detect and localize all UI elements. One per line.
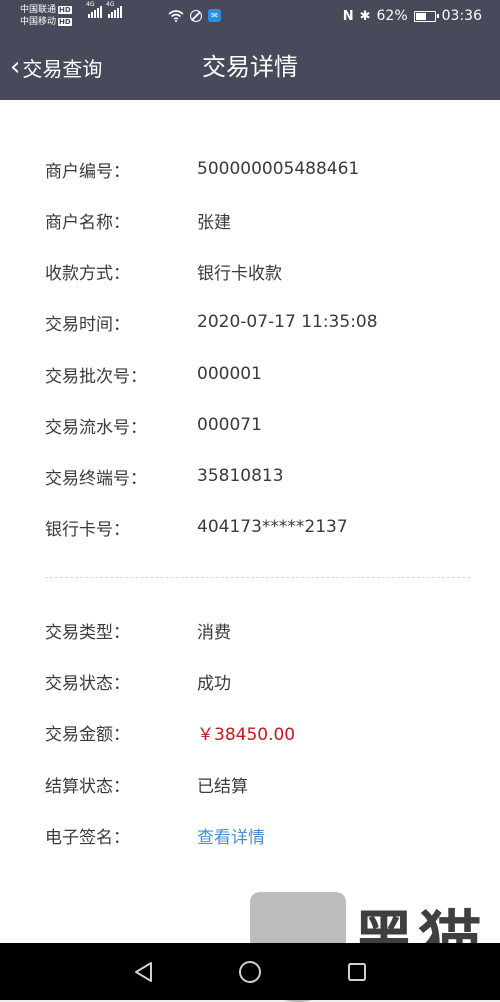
detail-row-payment-method: 收款方式： 银行卡收款 bbox=[45, 257, 282, 285]
triangle-back-icon bbox=[135, 962, 152, 982]
carrier-1-hd-badge: HD bbox=[58, 6, 72, 14]
detail-label: 银行卡号： bbox=[45, 519, 130, 540]
battery-icon bbox=[413, 10, 439, 22]
system-navigation-bar bbox=[0, 943, 500, 1000]
detail-label: 交易流水号： bbox=[45, 417, 147, 438]
detail-row-transaction-type: 交易类型： 消费 bbox=[45, 616, 231, 644]
detail-row-merchant-id: 商户编号： 500000005488461 bbox=[45, 155, 359, 183]
nav-back-button[interactable] bbox=[126, 955, 160, 989]
do-not-disturb-icon bbox=[190, 9, 202, 22]
network-2-label: 4G bbox=[106, 1, 115, 8]
circle-home-icon bbox=[239, 961, 261, 983]
transaction-amount: ￥38450.00 bbox=[197, 724, 296, 745]
section-divider bbox=[45, 577, 470, 578]
wifi-icon bbox=[168, 9, 184, 22]
nav-recents-button[interactable] bbox=[340, 955, 374, 989]
detail-row-card-number: 银行卡号： 404173*****2137 bbox=[45, 513, 348, 541]
detail-label: 结算状态： bbox=[45, 776, 130, 797]
detail-label: 商户编号： bbox=[45, 161, 130, 182]
detail-row-settlement-status: 结算状态： 已结算 bbox=[45, 770, 248, 798]
detail-value: 2020-07-17 11:35:08 bbox=[197, 312, 378, 332]
status-bar: 中国联通 HD 中国移动 HD 4G 4G ✉ N ✱ 62% 03:36 bbox=[0, 0, 500, 34]
signal-2-icon: 4G bbox=[106, 1, 122, 18]
detail-value: 消费 bbox=[197, 622, 231, 643]
square-recents-icon bbox=[348, 963, 366, 981]
view-signature-link[interactable]: 查看详情 bbox=[197, 823, 265, 848]
detail-value: 成功 bbox=[197, 673, 231, 694]
detail-row-terminal-number: 交易终端号： 35810813 bbox=[45, 462, 284, 490]
detail-label: 交易时间： bbox=[45, 314, 130, 335]
detail-value: 银行卡收款 bbox=[197, 263, 282, 284]
detail-label: 商户名称： bbox=[45, 212, 130, 233]
bluetooth-icon: ✱ bbox=[359, 8, 371, 24]
detail-label: 电子签名： bbox=[45, 827, 130, 848]
transaction-detail-card: 商户编号： 500000005488461 商户名称： 张建 收款方式： 银行卡… bbox=[0, 100, 500, 943]
status-right: N ✱ 62% 03:36 bbox=[343, 8, 482, 24]
detail-row-transaction-time: 交易时间： 2020-07-17 11:35:08 bbox=[45, 308, 378, 336]
signal-indicators: 4G 4G bbox=[86, 1, 122, 18]
detail-label: 交易批次号： bbox=[45, 366, 147, 387]
carrier-2-name: 中国移动 bbox=[20, 17, 57, 27]
carrier-2-hd-badge: HD bbox=[58, 18, 72, 26]
nav-home-button[interactable] bbox=[233, 955, 267, 989]
battery-fill bbox=[415, 12, 427, 20]
page-title: 交易详情 bbox=[202, 53, 298, 81]
detail-row-transaction-amount: 交易金额： ￥38450.00 bbox=[45, 718, 295, 746]
carrier-1-name: 中国联通 bbox=[20, 5, 57, 15]
detail-row-batch-number: 交易批次号： 000001 bbox=[45, 360, 262, 388]
detail-value: 35810813 bbox=[197, 466, 284, 486]
signal-1-icon: 4G bbox=[86, 1, 102, 18]
detail-label: 交易金额： bbox=[45, 724, 130, 745]
detail-label: 交易状态： bbox=[45, 673, 130, 694]
detail-value: 已结算 bbox=[197, 776, 248, 797]
detail-label: 交易类型： bbox=[45, 622, 130, 643]
carrier-info: 中国联通 HD 中国移动 HD bbox=[20, 4, 72, 28]
app-notification-icon: ✉ bbox=[208, 9, 221, 22]
navigation-bar: ‹ 交易查询 交易详情 bbox=[0, 34, 500, 100]
detail-value: 404173*****2137 bbox=[197, 517, 348, 537]
nfc-icon: N bbox=[342, 8, 354, 24]
battery-percent: 62% bbox=[376, 8, 408, 24]
clock: 03:36 bbox=[441, 8, 482, 24]
detail-row-merchant-name: 商户名称： 张建 bbox=[45, 206, 231, 234]
detail-value: 500000005488461 bbox=[197, 159, 360, 179]
detail-value: 000001 bbox=[197, 364, 262, 384]
network-1-label: 4G bbox=[86, 1, 95, 8]
detail-row-serial-number: 交易流水号： 000071 bbox=[45, 411, 262, 439]
detail-value: 000071 bbox=[197, 415, 262, 435]
detail-row-e-signature: 电子签名： 查看详情 bbox=[45, 821, 265, 849]
misc-status-icons: ✉ bbox=[168, 9, 221, 22]
detail-label: 交易终端号： bbox=[45, 468, 147, 489]
detail-label: 收款方式： bbox=[45, 263, 130, 284]
detail-row-transaction-status: 交易状态： 成功 bbox=[45, 667, 231, 695]
detail-value: 张建 bbox=[197, 212, 231, 233]
